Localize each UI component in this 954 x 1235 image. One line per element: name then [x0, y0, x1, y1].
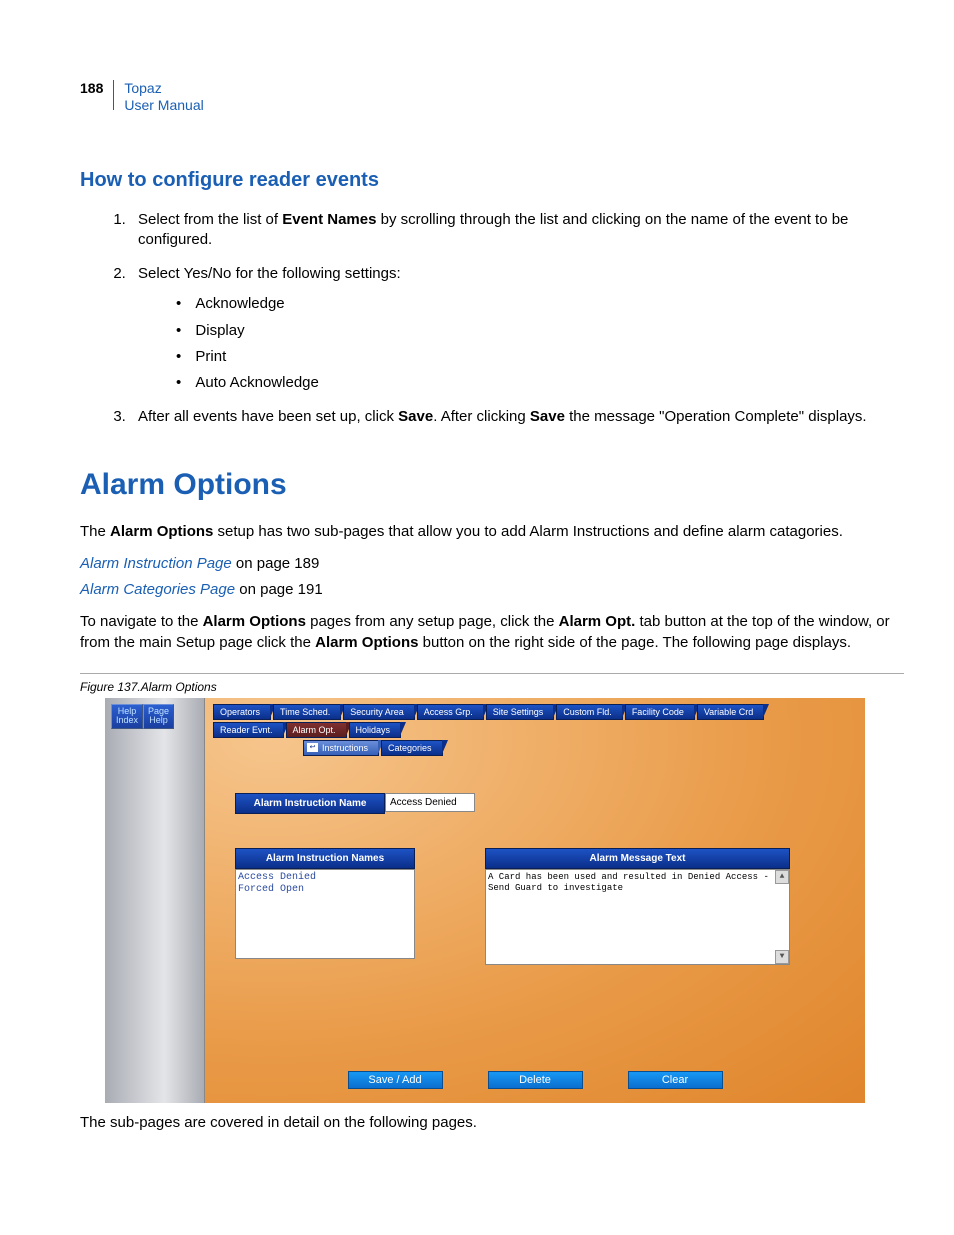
tab-variable-crd[interactable]: Variable Crd	[697, 704, 764, 720]
tab-row-2: Reader Evnt. Alarm Opt. Holidays	[213, 722, 857, 738]
tab-access-grp[interactable]: Access Grp.	[417, 704, 484, 720]
clear-button[interactable]: Clear	[628, 1071, 723, 1089]
message-text-group: Alarm Message Text A Card has been used …	[485, 848, 790, 965]
tab-site-settings[interactable]: Site Settings	[486, 704, 555, 720]
alarm-instruction-name-row: Alarm Instruction NameAccess Denied	[235, 793, 475, 814]
message-text-area[interactable]: A Card has been used and resulted in Den…	[485, 869, 790, 965]
steps-list: Select from the list of Event Names by s…	[130, 210, 904, 428]
alarm-categories-link[interactable]: Alarm Categories Page	[80, 581, 235, 598]
instruction-names-label: Alarm Instruction Names	[235, 848, 415, 869]
step-2: Select Yes/No for the following settings…	[130, 264, 904, 393]
page-help-button[interactable]: Page Help	[143, 704, 174, 729]
figure-divider	[80, 673, 904, 674]
tab-reader-evnt[interactable]: Reader Evnt.	[213, 722, 284, 738]
main-heading: Alarm Options	[80, 468, 904, 502]
tab-categories[interactable]: Categories	[381, 740, 443, 756]
section-heading: How to configure reader events	[80, 169, 904, 192]
tab-time-sched[interactable]: Time Sched.	[273, 704, 341, 720]
bullet-print: Print	[168, 347, 904, 367]
alarm-options-screenshot: Help Index Page Help Operators Time Sche…	[105, 698, 865, 1103]
scroll-down-icon[interactable]: ▼	[775, 950, 789, 964]
doc-subtitle: User Manual	[124, 97, 203, 114]
step-1: Select from the list of Event Names by s…	[130, 210, 904, 251]
alarm-instruction-name-label: Alarm Instruction Name	[235, 793, 385, 814]
screenshot-main: Operators Time Sched. Security Area Acce…	[205, 698, 865, 1103]
instruction-names-group: Alarm Instruction Names Access Denied Fo…	[235, 848, 415, 959]
after-figure-text: The sub-pages are covered in detail on t…	[80, 1113, 904, 1133]
tab-row-1: Operators Time Sched. Security Area Acce…	[213, 704, 857, 720]
message-text-label: Alarm Message Text	[485, 848, 790, 869]
tab-facility-code[interactable]: Facility Code	[625, 704, 695, 720]
doc-title: Topaz	[124, 80, 203, 97]
bullet-auto-ack: Auto Acknowledge	[168, 373, 904, 393]
step-3: After all events have been set up, click…	[130, 407, 904, 427]
intro-paragraph: The Alarm Options setup has two sub-page…	[80, 522, 904, 542]
bullet-display: Display	[168, 321, 904, 341]
action-button-row: Save / Add Delete Clear	[205, 1071, 865, 1089]
bullet-acknowledge: Acknowledge	[168, 294, 904, 314]
instruction-names-listbox[interactable]: Access Denied Forced Open	[235, 869, 415, 959]
alarm-instruction-link[interactable]: Alarm Instruction Page	[80, 555, 232, 572]
page-header: 188 Topaz User Manual	[80, 80, 904, 114]
tab-holidays[interactable]: Holidays	[349, 722, 402, 738]
list-item[interactable]: Forced Open	[238, 884, 412, 897]
tab-operators[interactable]: Operators	[213, 704, 271, 720]
back-icon: ↩	[307, 743, 318, 752]
help-index-button[interactable]: Help Index	[111, 704, 143, 729]
header-divider	[113, 80, 114, 110]
delete-button[interactable]: Delete	[488, 1071, 583, 1089]
page-number: 188	[80, 80, 113, 96]
nav-paragraph: To navigate to the Alarm Options pages f…	[80, 612, 904, 653]
link-row-1: Alarm Instruction Page on page 189	[80, 554, 904, 574]
tab-instructions[interactable]: ↩ Instructions	[303, 740, 379, 756]
tab-custom-fld[interactable]: Custom Fld.	[556, 704, 623, 720]
tab-alarm-opt[interactable]: Alarm Opt.	[286, 722, 347, 738]
tab-row-3: ↩ Instructions Categories	[303, 740, 857, 756]
settings-list: Acknowledge Display Print Auto Acknowled…	[168, 294, 904, 393]
list-item[interactable]: Access Denied	[238, 872, 412, 885]
figure-caption: Figure 137.Alarm Options	[80, 680, 904, 694]
alarm-instruction-name-input[interactable]: Access Denied	[385, 793, 475, 812]
tab-security-area[interactable]: Security Area	[343, 704, 415, 720]
scroll-up-icon[interactable]: ▲	[775, 870, 789, 884]
screenshot-left-panel: Help Index Page Help	[105, 698, 205, 1103]
save-add-button[interactable]: Save / Add	[348, 1071, 443, 1089]
link-row-2: Alarm Categories Page on page 191	[80, 580, 904, 600]
